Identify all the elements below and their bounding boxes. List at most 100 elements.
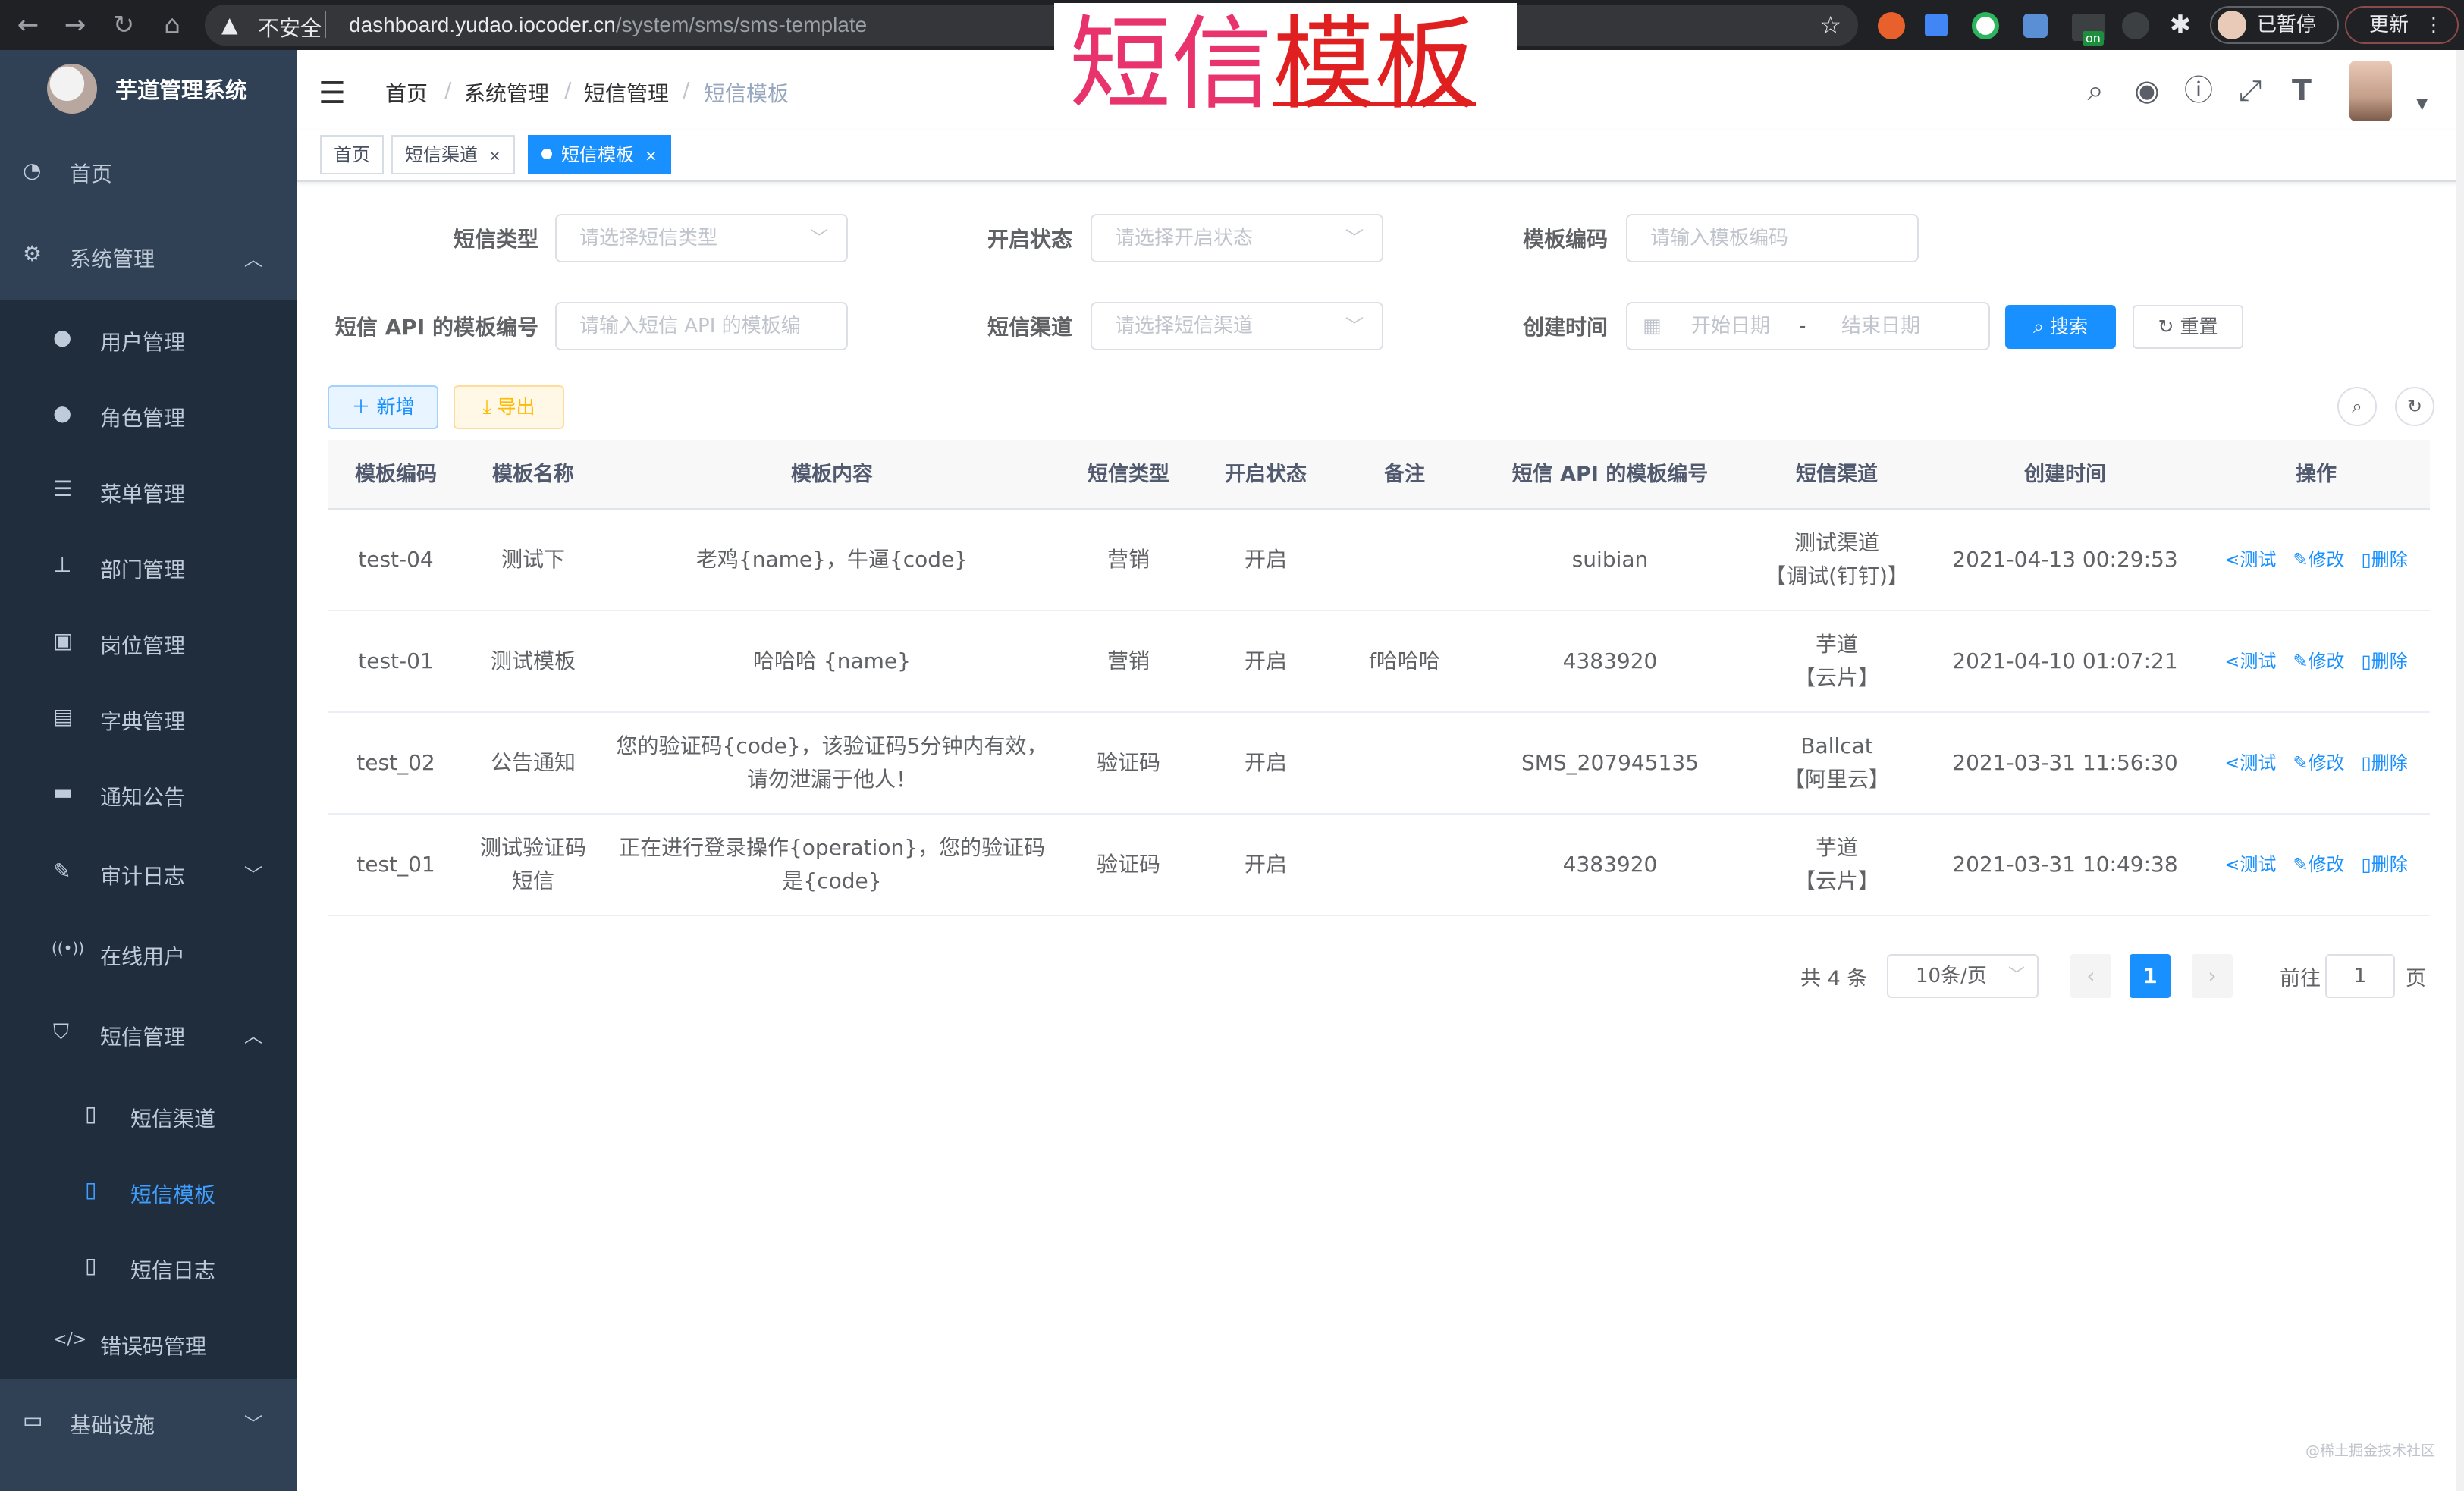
sidebar-item-audit-log[interactable]: ✎ 审计日志 ﹀: [0, 846, 297, 901]
tag-sms-template[interactable]: 短信模板 ×: [528, 135, 671, 174]
add-button[interactable]: ＋ 新增: [328, 385, 438, 429]
update-button[interactable]: 更新 ⋮: [2345, 6, 2459, 44]
trash-icon: ▯: [2361, 752, 2371, 774]
test-link[interactable]: ⋖测试: [2224, 746, 2276, 780]
reload-icon[interactable]: ↻: [106, 8, 141, 42]
test-link[interactable]: ⋖测试: [2224, 848, 2276, 881]
goto-page-input[interactable]: 1: [2325, 954, 2395, 998]
delete-link[interactable]: ▯删除: [2362, 645, 2408, 678]
sidebar-item-notice[interactable]: ▬ 通知公告: [0, 767, 297, 822]
delete-link[interactable]: ▯删除: [2362, 848, 2408, 881]
sidebar-item-depts[interactable]: ⊥ 部门管理: [0, 540, 297, 595]
extension-gem-icon[interactable]: [1925, 14, 1948, 36]
sidebar-item-users[interactable]: ● 用户管理: [0, 312, 297, 367]
bookmark-star-icon[interactable]: ☆: [1819, 11, 1841, 39]
edit-icon: ✎: [2293, 854, 2309, 875]
table-row: test-01 测试模板 哈哈哈 {name} 营销 开启 f哈哈哈 43839…: [328, 611, 2430, 713]
test-link[interactable]: ⋖测试: [2224, 543, 2276, 576]
page-size-select[interactable]: 10条/页 ﹀: [1887, 954, 2039, 998]
api-template-input[interactable]: 请输入短信 API 的模板编: [555, 302, 848, 350]
template-code-input[interactable]: 请输入模板编码: [1626, 214, 1919, 262]
sidebar-item-menus[interactable]: ☰ 菜单管理: [0, 464, 297, 519]
tag-home[interactable]: 首页: [320, 135, 384, 174]
tag-sms-channel[interactable]: 短信渠道 ×: [391, 135, 515, 174]
back-icon[interactable]: ←: [11, 8, 46, 42]
sidebar-item-sms-template[interactable]: ▯ 短信模板: [0, 1165, 297, 1219]
reset-button[interactable]: ↻ 重置: [2133, 305, 2243, 349]
extension-check-icon[interactable]: [1972, 12, 1999, 39]
sidebar-item-online-users[interactable]: ((•)) 在线用户: [0, 927, 297, 981]
cell-status: 开启: [1244, 547, 1287, 572]
range-separator: -: [1799, 315, 1806, 337]
sidebar-item-sms-log[interactable]: ▯ 短信日志: [0, 1241, 297, 1295]
extensions-puzzle-icon[interactable]: ✱: [2163, 8, 2198, 42]
tag-label: 短信渠道: [405, 144, 478, 165]
monitor-icon: ▭: [23, 1408, 43, 1433]
page-scrollbar[interactable]: [2456, 50, 2464, 1491]
column-header: 模板名称: [492, 463, 574, 486]
url-text: dashboard.yudao.iocoder.cn/system/sms/sm…: [349, 13, 867, 37]
font-size-icon[interactable]: T: [2284, 73, 2319, 108]
home-icon[interactable]: ⌂: [155, 8, 190, 42]
download-icon: ⤓: [482, 396, 498, 418]
sidebar-item-roles[interactable]: ● 角色管理: [0, 388, 297, 443]
status-select[interactable]: 请选择开启状态 ﹀: [1091, 214, 1383, 262]
search-icon[interactable]: ⌕: [2078, 73, 2113, 108]
message-icon: ▬: [53, 780, 74, 805]
chevron-right-icon: ›: [2208, 963, 2217, 988]
goto-page-value: 1: [2353, 965, 2367, 987]
page-1-button[interactable]: 1: [2130, 954, 2171, 998]
edit-link[interactable]: ✎修改: [2293, 645, 2344, 678]
prev-page-button[interactable]: ‹: [2070, 954, 2111, 998]
date-range-picker[interactable]: ▦ 开始日期 - 结束日期: [1626, 302, 1990, 350]
delete-link[interactable]: ▯删除: [2362, 543, 2408, 576]
toggle-search-button[interactable]: ⌕: [2337, 387, 2377, 426]
edit-link[interactable]: ✎修改: [2293, 746, 2344, 780]
sidebar-item-posts[interactable]: ▣ 岗位管理: [0, 616, 297, 670]
refresh-table-button[interactable]: ↻: [2395, 387, 2434, 426]
table-row: test_02 公告通知 您的验证码{code}，该验证码5分钟内有效， 请勿泄…: [328, 713, 2430, 815]
edit-link[interactable]: ✎修改: [2293, 848, 2344, 881]
extension-orange-icon[interactable]: [1878, 12, 1905, 39]
delete-link[interactable]: ▯删除: [2362, 746, 2408, 780]
test-link[interactable]: ⋖测试: [2224, 645, 2276, 678]
next-page-button[interactable]: ›: [2192, 954, 2233, 998]
breadcrumb-home[interactable]: 首页: [385, 77, 428, 108]
extension-grid-icon[interactable]: [2023, 14, 2048, 38]
close-icon[interactable]: ×: [488, 146, 501, 165]
cell-channel: 芋道 【云片】: [1794, 632, 1879, 690]
caret-down-icon[interactable]: ▼: [2416, 94, 2428, 112]
logo-icon: [47, 64, 97, 114]
sidebar-item-infra[interactable]: ▭ 基础设施 ﹀: [0, 1395, 297, 1450]
sidebar-item-sms-channel[interactable]: ▯ 短信渠道: [0, 1089, 297, 1144]
column-header: 短信类型: [1088, 463, 1169, 486]
sidebar-item-label: 短信日志: [130, 1258, 216, 1283]
edit-link[interactable]: ✎修改: [2293, 543, 2344, 576]
profile-paused-button[interactable]: 已暂停: [2210, 6, 2339, 44]
channel-label: 短信渠道: [987, 315, 1072, 340]
extension-on-icon[interactable]: on: [2072, 14, 2105, 46]
sidebar-item-system[interactable]: ⚙ 系统管理 ︿: [0, 231, 297, 285]
export-button[interactable]: ⤓ 导出: [454, 385, 564, 429]
user-avatar[interactable]: [2349, 61, 2392, 121]
extension-pin-icon[interactable]: [2122, 12, 2149, 39]
close-icon[interactable]: ×: [645, 146, 658, 165]
hamburger-icon[interactable]: ☰: [319, 76, 346, 111]
forward-icon[interactable]: →: [58, 8, 93, 42]
fullscreen-icon[interactable]: ⤢: [2233, 73, 2268, 108]
sms-type-select[interactable]: 请选择短信类型 ﹀: [555, 214, 848, 262]
channel-select[interactable]: 请选择短信渠道 ﹀: [1091, 302, 1383, 350]
pagination-total: 共 4 条: [1800, 967, 1868, 990]
github-icon[interactable]: ◉: [2130, 73, 2164, 108]
placeholder: 请输入模板编码: [1650, 227, 1789, 250]
sidebar-item-home[interactable]: ◔ 首页: [0, 149, 297, 197]
sidebar-item-dict[interactable]: ▤ 字典管理: [0, 692, 297, 746]
address-bar[interactable]: ▲ 不安全 dashboard.yudao.iocoder.cn/system/…: [205, 5, 1858, 46]
cell-code: test-04: [358, 547, 434, 572]
cell-actions: ⋖测试 ✎修改 ▯删除: [2204, 611, 2428, 711]
help-icon[interactable]: ⓘ: [2181, 73, 2216, 108]
sidebar-item-error-code[interactable]: </> 错误码管理: [0, 1317, 297, 1371]
sidebar-item-sms[interactable]: ⛉ 短信管理 ︿: [0, 1007, 297, 1062]
search-button[interactable]: ⌕ 搜索: [2005, 305, 2116, 349]
overlay-title: 短信模板: [1054, 3, 1517, 127]
